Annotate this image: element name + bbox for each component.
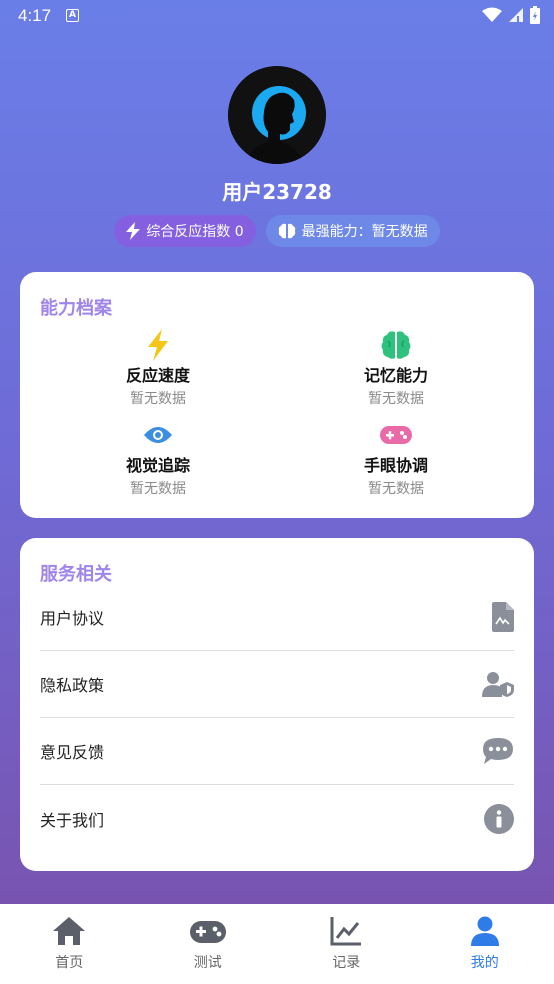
ability-value: 暂无数据 [130,481,186,497]
service-item-label: 隐私政策 [40,676,105,695]
service-card: 服务相关 用户协议 隐私政策 意见反馈 关于我们 [20,538,534,871]
ability-card: 能力档案 反应速度 暂无数据 记忆能力 暂无数据 视觉追踪 暂无数据 手眼协调 … [20,272,534,518]
ability-value: 暂无数据 [130,391,186,407]
nav-label: 记录 [332,955,361,971]
home-icon [53,917,86,945]
brain-icon [381,331,411,359]
user-shield-icon [482,672,514,697]
nav-label: 首页 [55,955,84,971]
ability-name: 记忆能力 [363,366,428,385]
lightning-icon [126,222,141,240]
service-item-privacy-policy[interactable]: 隐私政策 [40,651,514,718]
strongest-ability-label: 最强能力：暂无数据 [301,224,428,240]
gamepad-icon [380,426,412,444]
brain-icon [278,223,295,239]
service-item-feedback[interactable]: 意见反馈 [40,718,514,785]
ability-reaction-speed[interactable]: 反应速度 暂无数据 [68,328,248,408]
status-time: 4:17 [18,6,52,25]
chart-icon [330,917,362,946]
profile-chips: 综合反应指数 0 最强能力：暂无数据 [0,215,554,247]
nav-item-home[interactable]: 首页 [0,904,139,984]
signal-icon [509,8,523,22]
ability-name: 视觉追踪 [125,456,190,475]
ability-card-title: 能力档案 [40,298,112,319]
gamepad-icon [189,921,226,943]
eye-icon [144,427,172,443]
bottom-nav: 首页 测试 记录 我的 [0,904,554,984]
service-item-label: 用户协议 [40,609,105,628]
service-card-title: 服务相关 [40,564,112,585]
service-item-user-agreement[interactable]: 用户协议 [40,584,514,651]
battery-icon [530,6,540,24]
nav-item-test[interactable]: 测试 [139,904,278,984]
ability-name: 手眼协调 [363,456,428,475]
nav-item-records[interactable]: 记录 [277,904,416,984]
notification-a-icon: A [66,9,79,22]
service-item-label: 关于我们 [40,810,105,830]
username: 用户23728 [222,180,332,204]
ability-name: 反应速度 [125,366,190,385]
avatar-silhouette-icon [228,66,326,164]
user-icon [470,916,499,946]
ability-visual-tracking[interactable]: 视觉追踪 暂无数据 [68,418,248,498]
lightning-icon [148,329,168,361]
ability-memory[interactable]: 记忆能力 暂无数据 [306,328,486,408]
status-icons [482,6,540,24]
ability-value: 暂无数据 [368,481,424,497]
reaction-index-chip: 综合反应指数 0 [114,215,256,247]
chat-icon [483,738,513,764]
status-bar: 4:17 A [0,0,554,32]
document-icon [492,602,514,632]
avatar[interactable] [228,66,326,164]
nav-label: 测试 [193,955,222,971]
ability-hand-eye[interactable]: 手眼协调 暂无数据 [306,418,486,498]
ability-value: 暂无数据 [368,391,424,407]
info-icon [484,803,514,834]
wifi-icon [482,7,502,22]
reaction-index-label: 综合反应指数 0 [146,224,244,240]
strongest-ability-chip: 最强能力：暂无数据 [265,215,440,247]
nav-item-mine[interactable]: 我的 [416,904,554,984]
service-item-about-us[interactable]: 关于我们 [40,785,514,852]
nav-label: 我的 [470,955,499,971]
service-item-label: 意见反馈 [40,743,105,762]
